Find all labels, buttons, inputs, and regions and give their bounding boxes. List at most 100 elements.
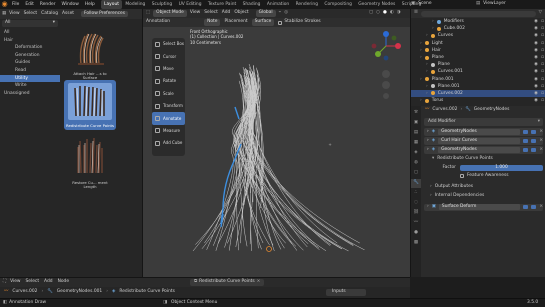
node-menu-item[interactable]: Add (44, 279, 53, 284)
modifier-row[interactable]: › ◈ Curl Hair Curves × (424, 137, 543, 145)
close-icon[interactable]: × (257, 279, 261, 284)
blender-logo-icon[interactable]: ◉ (0, 0, 9, 9)
node-group-selector[interactable]: ⧉ Redistribute Curve Points × (190, 279, 265, 286)
breadcrumb-object[interactable]: Curves.002 (12, 289, 37, 294)
asset-menu-item[interactable]: View (9, 11, 19, 16)
add-modifier-button[interactable]: Add Modifier ▾ (424, 118, 543, 126)
eye-icon[interactable]: ◉ (534, 90, 538, 97)
catalog-item[interactable]: Guides (0, 59, 60, 67)
toggle-icon[interactable] (523, 129, 529, 134)
modifier-name[interactable]: GeometryNodes (438, 128, 521, 135)
eye-icon[interactable]: ◉ (534, 25, 538, 32)
3d-viewport[interactable]: ⬚ Object Mode View Select Add Object Global… (143, 9, 410, 277)
modifier-name[interactable]: Curl Hair Curves (438, 137, 521, 144)
particles-icon[interactable]: ∴ (411, 189, 421, 198)
wrench-icon[interactable]: 🔧︎ (411, 179, 421, 188)
outliner-item[interactable]: › Modifiers ◉ ▫ (411, 18, 545, 25)
node-menu-item[interactable]: View (10, 279, 20, 284)
zoom-icon[interactable] (382, 70, 390, 78)
workspace-tab[interactable]: Texture Paint (205, 0, 240, 9)
viewport-menu-item[interactable]: Add (222, 10, 231, 15)
tool-transform[interactable]: Transform (152, 100, 185, 112)
workspace-tab[interactable]: Modeling (122, 0, 148, 9)
modifier-row[interactable]: › ◈ GeometryNodes × (424, 128, 543, 136)
tool-select-box[interactable]: Select Box (152, 38, 185, 50)
outliner-item[interactable]: › Curves.002 ◉ ▫ (411, 89, 545, 98)
hair-curves-object[interactable] (183, 49, 383, 264)
outliner-item[interactable]: › Curves ◉ ▫ (411, 32, 545, 39)
scene-selector[interactable]: ▣ Scene (411, 0, 432, 9)
menu-item[interactable]: Window (59, 0, 82, 9)
outliner-icon[interactable]: ☰ (414, 10, 418, 15)
camera-icon[interactable]: ▫ (541, 83, 544, 90)
outliner-item[interactable]: › Plane ◉ ▫ (411, 61, 545, 68)
catalog-item[interactable]: Hair (0, 37, 60, 45)
catalog-item[interactable]: Deformation (0, 44, 60, 52)
output-attributes-panel[interactable]: › Output Attributes (430, 184, 543, 192)
camera-icon[interactable]: ▫ (541, 61, 544, 68)
view-layer-selector[interactable]: ▤ ViewLayer (476, 0, 506, 9)
camera-icon[interactable]: ▫ (541, 32, 544, 39)
camera-icon[interactable]: ▫ (541, 54, 544, 61)
eye-icon[interactable]: ◉ (534, 40, 538, 47)
eye-icon[interactable]: ◉ (534, 68, 538, 75)
catalog-item[interactable]: Write (0, 82, 60, 90)
toggle-icon[interactable] (523, 147, 529, 152)
asset-menu-item[interactable]: Asset (62, 11, 74, 16)
output-icon[interactable]: ▤ (411, 129, 421, 138)
surface-select[interactable]: Surface (251, 19, 275, 26)
menu-item[interactable]: Edit (22, 0, 37, 9)
chevron-right-icon[interactable]: › (420, 97, 422, 104)
menu-item[interactable]: File (9, 0, 22, 9)
camera-icon[interactable]: ▫ (541, 18, 544, 25)
close-icon[interactable]: × (539, 147, 543, 152)
eye-icon[interactable]: ◉ (534, 83, 538, 90)
workspace-tab[interactable]: Shading (239, 0, 263, 9)
mode-select[interactable]: Object Mode (153, 10, 187, 17)
tool-scale[interactable]: Scale (152, 88, 185, 100)
stabilize-checkbox[interactable]: Stabilize Strokes (278, 19, 321, 25)
breadcrumb-node-group[interactable]: Redistribute Curve Points (119, 289, 175, 294)
asset-menu-item[interactable]: Select (24, 11, 38, 16)
chevron-right-icon[interactable]: › (432, 25, 434, 32)
proportional-edit-icon[interactable]: ◎ (284, 10, 288, 15)
workspace-tab[interactable]: Compositing (321, 0, 355, 9)
tool-annotate[interactable]: Annotate (152, 112, 185, 125)
tool-cursor[interactable]: Cursor (152, 50, 185, 62)
library-select[interactable]: All ▾ (2, 20, 58, 27)
catalog-item[interactable]: Generation (0, 52, 60, 60)
catalog-item[interactable]: Utility (0, 74, 60, 83)
chevron-right-icon[interactable]: › (426, 83, 428, 90)
outliner-item[interactable]: › Plane.001 ◉ ▫ (411, 76, 545, 83)
tool-add-cube[interactable]: Add Cube (152, 137, 185, 149)
catalog-item[interactable]: All (0, 29, 60, 37)
workspace-tab[interactable]: UV Editing (175, 0, 204, 9)
texture-icon[interactable]: ▩ (411, 239, 421, 248)
z-axis-icon[interactable] (383, 31, 389, 37)
chevron-right-icon[interactable]: › (426, 32, 428, 39)
close-icon[interactable]: × (539, 129, 543, 134)
eye-icon[interactable]: ◉ (534, 32, 538, 39)
chevron-right-icon[interactable]: › (426, 90, 428, 97)
close-icon[interactable]: × (539, 138, 543, 143)
editor-type-icon[interactable]: ⛶ (3, 279, 6, 284)
chevron-right-icon[interactable]: › (426, 61, 428, 68)
viewport-menu-item[interactable]: Select (204, 10, 218, 15)
catalog-item[interactable]: Unassigned (0, 90, 60, 98)
breadcrumb-modifier[interactable]: GeometryNodes.001 (57, 289, 102, 294)
camera-icon[interactable]: ▫ (541, 25, 544, 32)
solid-shading-icon[interactable]: ● (383, 10, 387, 15)
workspace-tab[interactable]: Rendering (292, 0, 321, 9)
data-icon[interactable]: 〰 (411, 219, 421, 228)
import-method-select[interactable]: Follow Preferences (81, 10, 129, 18)
surface-deform-name[interactable]: Surface Deform (438, 204, 521, 211)
asset-menu-item[interactable]: Catalog (41, 11, 58, 16)
camera-icon[interactable]: ▫ (541, 97, 544, 104)
xray-icon[interactable]: ▢ (369, 10, 373, 15)
tool-move[interactable]: Move (152, 63, 185, 75)
physics-icon[interactable]: ◌ (411, 199, 421, 208)
filter-icon[interactable]: ▽ (539, 10, 545, 15)
workspace-tab[interactable]: Animation (264, 0, 293, 9)
chevron-right-icon[interactable]: › (432, 18, 434, 25)
asset-item-selected[interactable]: Redistribute Curve Points (64, 80, 116, 130)
